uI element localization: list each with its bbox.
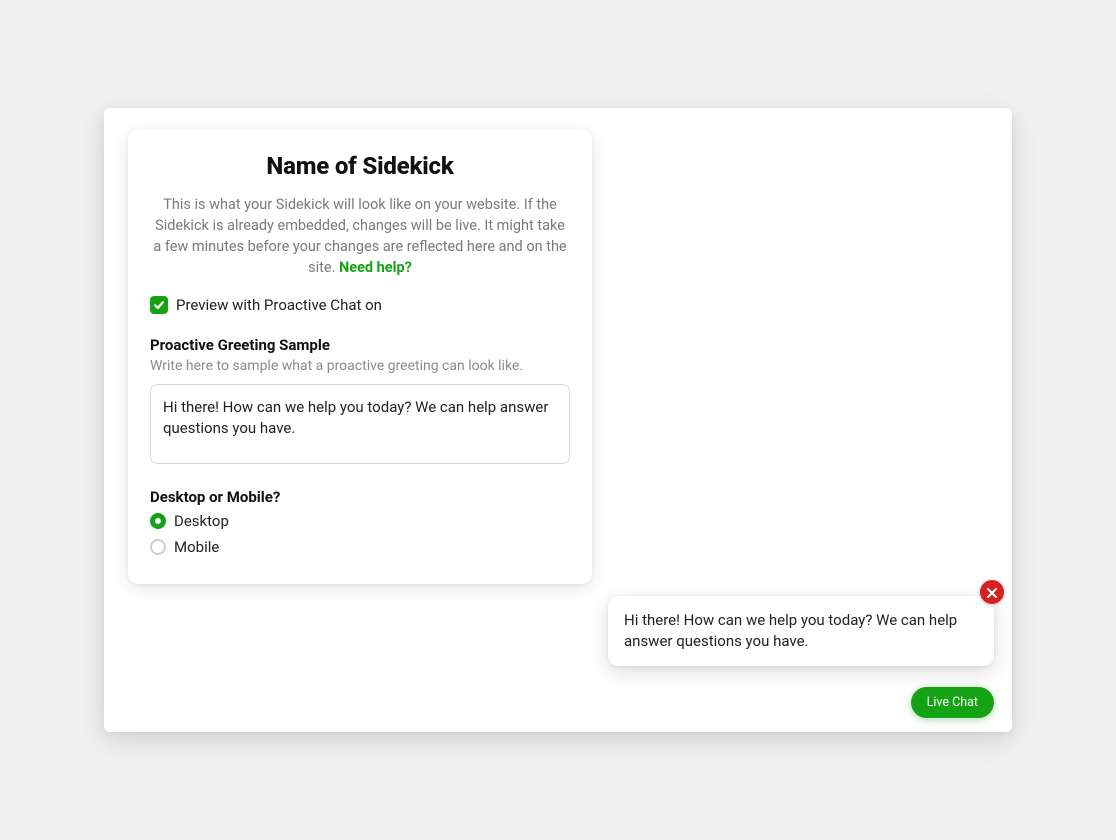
radio-desktop[interactable]: Desktop xyxy=(150,512,570,530)
radio-icon[interactable] xyxy=(150,513,166,529)
preview-canvas: Name of Sidekick This is what your Sidek… xyxy=(104,108,1012,732)
card-description: This is what your Sidekick will look lik… xyxy=(150,194,570,278)
greeting-textarea[interactable] xyxy=(150,384,570,464)
radio-label: Desktop xyxy=(174,512,229,530)
preview-checkbox-row[interactable]: Preview with Proactive Chat on xyxy=(150,296,570,314)
greeting-help: Write here to sample what a proactive gr… xyxy=(150,358,570,374)
live-chat-button[interactable]: Live Chat xyxy=(911,687,994,718)
greeting-label: Proactive Greeting Sample xyxy=(150,336,570,354)
chat-message: Hi there! How can we help you today? We … xyxy=(624,611,957,650)
need-help-link[interactable]: Need help? xyxy=(339,259,412,276)
radio-label: Mobile xyxy=(174,538,219,556)
device-label: Desktop or Mobile? xyxy=(150,488,570,506)
preview-checkbox-label: Preview with Proactive Chat on xyxy=(176,296,382,314)
config-card: Name of Sidekick This is what your Sidek… xyxy=(128,130,592,584)
radio-icon[interactable] xyxy=(150,539,166,555)
device-radio-group: Desktop Mobile xyxy=(150,512,570,556)
chat-close-button[interactable] xyxy=(980,580,1004,604)
checkbox-icon[interactable] xyxy=(150,296,168,314)
card-title: Name of Sidekick xyxy=(150,152,570,180)
close-icon xyxy=(987,583,997,602)
radio-mobile[interactable]: Mobile xyxy=(150,538,570,556)
chat-bubble: Hi there! How can we help you today? We … xyxy=(608,596,994,666)
